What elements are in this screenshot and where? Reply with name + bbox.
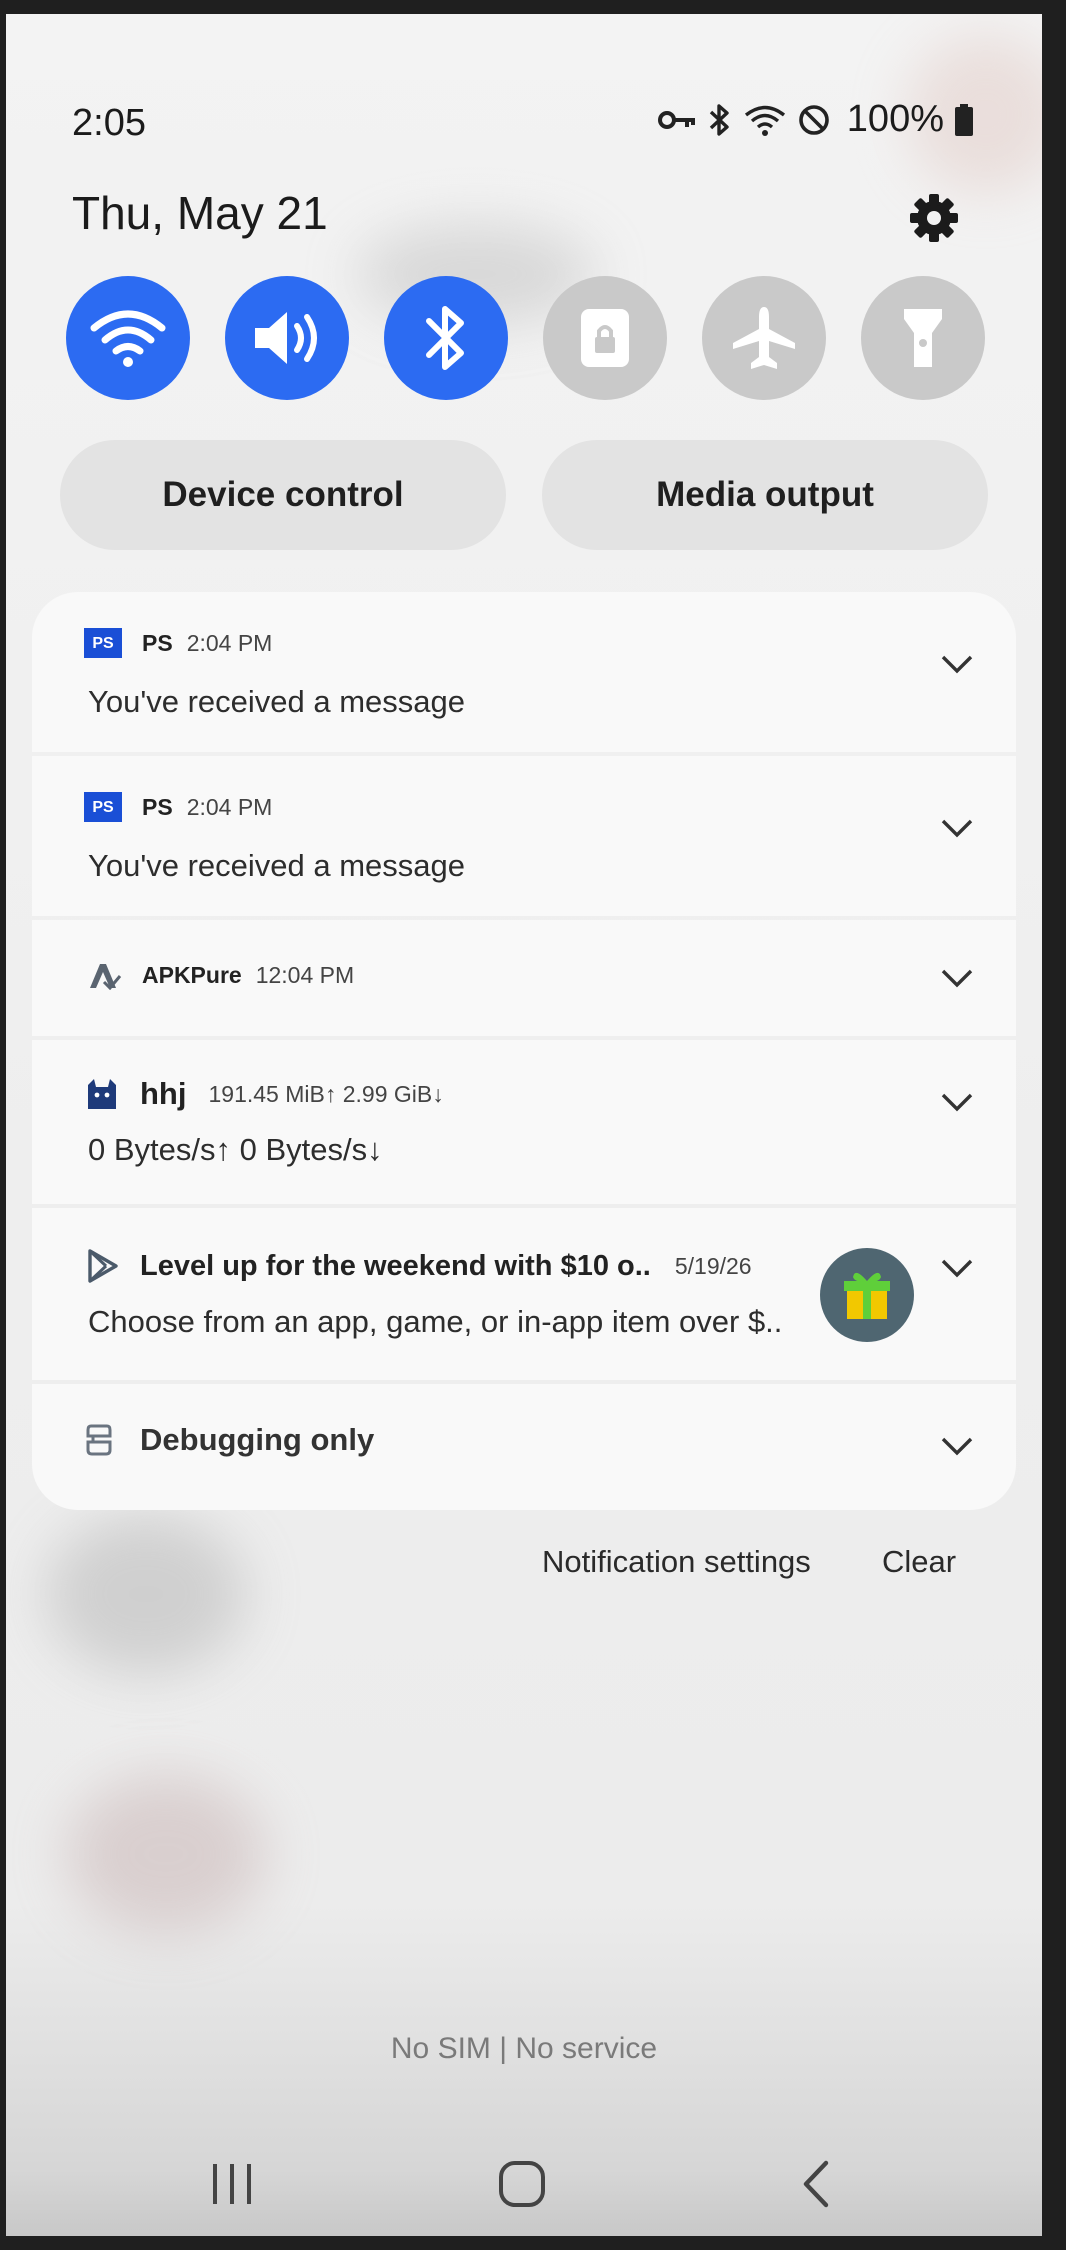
qs-bluetooth-toggle[interactable] xyxy=(384,276,508,400)
status-icons: 100% xyxy=(657,98,974,141)
clear-button[interactable]: Clear xyxy=(882,1544,956,1580)
notification-message: You've received a message xyxy=(88,848,466,883)
home-button[interactable] xyxy=(482,2154,562,2214)
airplane-icon xyxy=(733,307,795,369)
chevron-down-icon[interactable] xyxy=(940,1436,974,1456)
play-store-icon xyxy=(88,1249,118,1283)
notification-app-name: PS xyxy=(142,629,173,656)
qs-sound-toggle[interactable] xyxy=(225,276,349,400)
notification-list: PS PS 2:04 PM You've received a message … xyxy=(32,592,1016,1512)
bluetooth-icon xyxy=(426,306,464,370)
notification-card[interactable]: APKPure 12:04 PM xyxy=(32,920,1016,1036)
notification-settings-link[interactable]: Notification settings xyxy=(542,1544,811,1580)
status-bar: 2:05 100% xyxy=(6,94,1042,154)
quick-settings xyxy=(66,276,985,400)
notification-card[interactable]: PS PS 2:04 PM You've received a message xyxy=(32,592,1016,752)
qs-wifi-toggle[interactable] xyxy=(66,276,190,400)
ps-app-icon: PS xyxy=(84,792,122,822)
clock: 2:05 xyxy=(72,102,146,144)
notification-header: APKPure 12:04 PM xyxy=(84,960,354,990)
gift-icon xyxy=(820,1248,914,1342)
gear-icon[interactable] xyxy=(904,188,964,248)
chevron-down-icon[interactable] xyxy=(940,818,974,838)
notification-time: 2:04 PM xyxy=(186,793,273,820)
notification-card[interactable]: Debugging only xyxy=(32,1384,1016,1510)
notification-message: 0 Bytes/s↑ 0 Bytes/s↓ xyxy=(88,1132,383,1167)
ps-app-icon: PS xyxy=(84,628,122,658)
back-icon xyxy=(803,2160,829,2208)
network-status: No SIM | No service xyxy=(390,2032,658,2065)
notification-time: 2:04 PM xyxy=(186,629,273,656)
wifi-icon xyxy=(90,310,166,367)
recent-apps-button[interactable] xyxy=(192,2154,272,2214)
notification-app-name: PS xyxy=(142,793,173,820)
battery-percent: 100% xyxy=(846,98,944,140)
notification-title: Level up for the weekend with $10 o.. xyxy=(140,1249,651,1282)
qs-rotation-lock-toggle[interactable] xyxy=(543,276,667,400)
notification-header: Level up for the weekend with $10 o.. 5/… xyxy=(84,1248,752,1284)
recent-apps-icon xyxy=(213,2164,251,2204)
chevron-down-icon[interactable] xyxy=(940,968,974,988)
navigation-bar xyxy=(6,2134,1042,2234)
notification-header: PS PS 2:04 PM xyxy=(84,792,272,822)
background-blur xyxy=(46,1514,246,1674)
chevron-down-icon[interactable] xyxy=(940,1092,974,1112)
battery-icon xyxy=(954,103,974,137)
svg-text:PS: PS xyxy=(92,635,114,652)
bluetooth-icon xyxy=(707,103,733,137)
chevron-down-icon[interactable] xyxy=(940,1258,974,1278)
notification-card[interactable]: PS PS 2:04 PM You've received a message xyxy=(32,756,1016,916)
chevron-down-icon[interactable] xyxy=(940,654,974,674)
notification-message: Choose from an app, game, or in-app item… xyxy=(88,1304,783,1339)
back-button[interactable] xyxy=(776,2154,856,2214)
svg-text:PS: PS xyxy=(92,799,114,816)
date-label: Thu, May 21 xyxy=(72,187,328,239)
apkpure-app-icon xyxy=(90,964,122,990)
background-blur xyxy=(66,1774,266,1934)
notification-app-name: APKPure xyxy=(142,961,242,988)
debug-icon xyxy=(86,1424,112,1456)
qs-flashlight-toggle[interactable] xyxy=(861,276,985,400)
wifi-icon xyxy=(743,103,787,137)
notification-time: 5/19/26 xyxy=(674,1252,752,1279)
flashlight-icon xyxy=(904,309,942,367)
notification-card[interactable]: hhj 191.45 MiB↑ 2.99 GiB↓ 0 Bytes/s↑ 0 B… xyxy=(32,1040,1016,1204)
notification-stats: 191.45 MiB↑ 2.99 GiB↓ xyxy=(208,1080,444,1107)
vpn-key-icon xyxy=(657,105,697,135)
qs-airplane-toggle[interactable] xyxy=(702,276,826,400)
device-control-button[interactable]: Device control xyxy=(60,440,506,550)
speaker-icon xyxy=(255,312,317,364)
notification-header: PS PS 2:04 PM xyxy=(84,628,272,658)
notification-shade: 2:05 100% Thu, May 21 Device control Med… xyxy=(6,14,1042,2236)
notification-app-name: hhj xyxy=(140,1076,187,1111)
do-not-disturb-icon xyxy=(797,103,831,137)
lock-icon xyxy=(581,309,629,367)
notification-time: 12:04 PM xyxy=(255,961,355,988)
cat-app-icon xyxy=(88,1079,116,1109)
home-icon xyxy=(499,2161,545,2207)
notification-title: Debugging only xyxy=(140,1422,375,1457)
notification-card[interactable]: Level up for the weekend with $10 o.. 5/… xyxy=(32,1208,1016,1380)
notification-header: hhj 191.45 MiB↑ 2.99 GiB↓ xyxy=(84,1076,444,1112)
notification-header: Debugging only xyxy=(84,1422,374,1458)
notification-message: You've received a message xyxy=(88,684,466,719)
media-output-button[interactable]: Media output xyxy=(542,440,988,550)
